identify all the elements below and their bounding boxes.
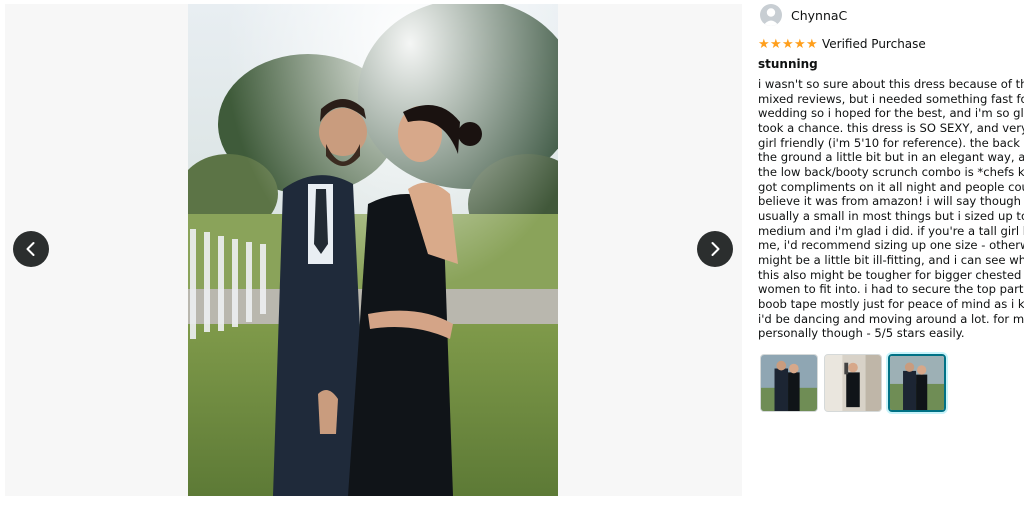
review-author-row: ChynnaC	[760, 4, 847, 26]
review-body-line: mixed reviews, but i needed something fa…	[758, 91, 1024, 106]
review-body-line: i wasn't so sure about this dress becaus…	[758, 77, 1024, 91]
verified-purchase-badge: Verified Purchase	[822, 37, 926, 51]
image-viewer	[5, 4, 742, 496]
review-body-line: personally though - 5/5 stars easily.	[758, 326, 965, 341]
review-body-line: me, i'd recommend sizing up one size - o…	[758, 238, 1024, 253]
review-author-name[interactable]: ChynnaC	[791, 8, 847, 23]
review-body-line: the ground a little bit but in an elegan…	[758, 150, 1024, 165]
review-body-line: took a chance. this dress is SO SEXY, an…	[758, 120, 1024, 135]
review-title: stunning	[758, 57, 818, 71]
thumbnail-1[interactable]	[760, 354, 818, 412]
review-body-line: i'd be dancing and moving around a lot. …	[758, 311, 1024, 326]
thumbnail-2[interactable]	[824, 354, 882, 412]
previous-image-button[interactable]	[13, 231, 49, 267]
star-icon: ★	[782, 36, 794, 52]
review-body-line: girl friendly (i'm 5'10 for reference). …	[758, 135, 1024, 150]
review-body-line: women to fit into. i had to secure the t…	[758, 282, 1024, 297]
next-image-button[interactable]	[697, 231, 733, 267]
star-icon: ★	[806, 36, 818, 52]
review-body-line: medium and i'm glad i did. if you're a t…	[758, 223, 1024, 238]
review-image-thumbnails	[760, 354, 946, 412]
thumbnail-3-selected[interactable]	[888, 354, 946, 412]
review-photo	[188, 4, 558, 496]
star-icon: ★	[794, 36, 806, 52]
chevron-left-icon	[26, 242, 35, 256]
review-body-line: boob tape mostly just for peace of mind …	[758, 296, 1024, 311]
review-body-line: wedding so i hoped for the best, and i'm…	[758, 106, 1024, 121]
review-body-line: usually a small in most things but i siz…	[758, 208, 1024, 223]
user-avatar-icon	[760, 4, 782, 26]
chevron-right-icon	[711, 242, 720, 256]
star-icon: ★	[770, 36, 782, 52]
review-body-line: this also might be tougher for bigger ch…	[758, 267, 1022, 282]
review-body: i wasn't so sure about this dress becaus…	[758, 77, 1024, 341]
review-body-line: got compliments on it all night and peop…	[758, 179, 1024, 194]
review-body-line: might be a little bit ill-fitting, and i…	[758, 252, 1024, 267]
review-body-line: the low back/booty scrunch combo is *che…	[758, 164, 1024, 179]
review-body-line: believe it was from amazon! i will say t…	[758, 194, 1024, 209]
star-icon: ★	[758, 36, 770, 52]
star-rating[interactable]: ★ ★ ★ ★ ★	[758, 38, 818, 51]
review-rating-row: ★ ★ ★ ★ ★ Verified Purchase	[758, 37, 926, 51]
